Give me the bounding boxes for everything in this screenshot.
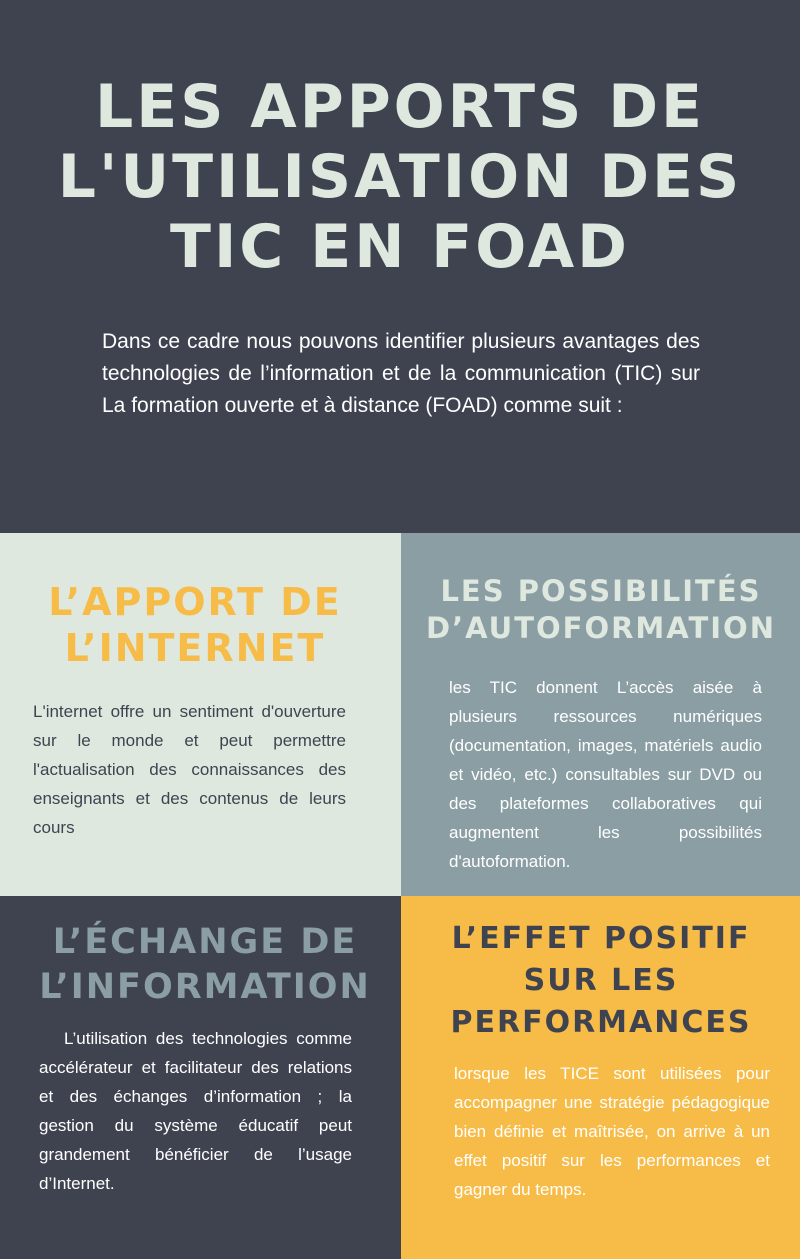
panel-performances: L’effet positif sur les performances lor… [401,896,800,1259]
panel-title-echange: L’échange de l’information [39,922,371,1007]
panel-title-internet: L’apport de l’internet [48,580,342,670]
panel-body-echange: L’utilisation des technologies comme acc… [39,1029,352,1193]
panel-body-autoformation: les TIC donnent L’accès aisée à plusieur… [449,678,762,871]
panel-title-performances: L’effet positif sur les performances [450,921,752,1040]
panel-autoformation: Les possibilités d’autoformation les TIC… [401,533,800,896]
panel-internet: L’apport de l’internet L'internet offre … [0,533,401,896]
header-section: Les apports de l'utilisation des TIC en … [0,0,800,533]
panel-title-autoformation: Les possibilités d’autoformation [426,574,776,645]
intro-paragraph: Dans ce cadre nous pouvons identifier pl… [102,330,700,417]
panel-body-performances: lorsque les TICE sont utilisées pour acc… [454,1064,770,1199]
page-title: Les apports de l'utilisation des TIC en … [57,72,743,282]
panel-echange: L’échange de l’information L’utilisation… [0,896,401,1259]
panel-body-internet: L'internet offre un sentiment d'ouvertur… [33,702,346,837]
